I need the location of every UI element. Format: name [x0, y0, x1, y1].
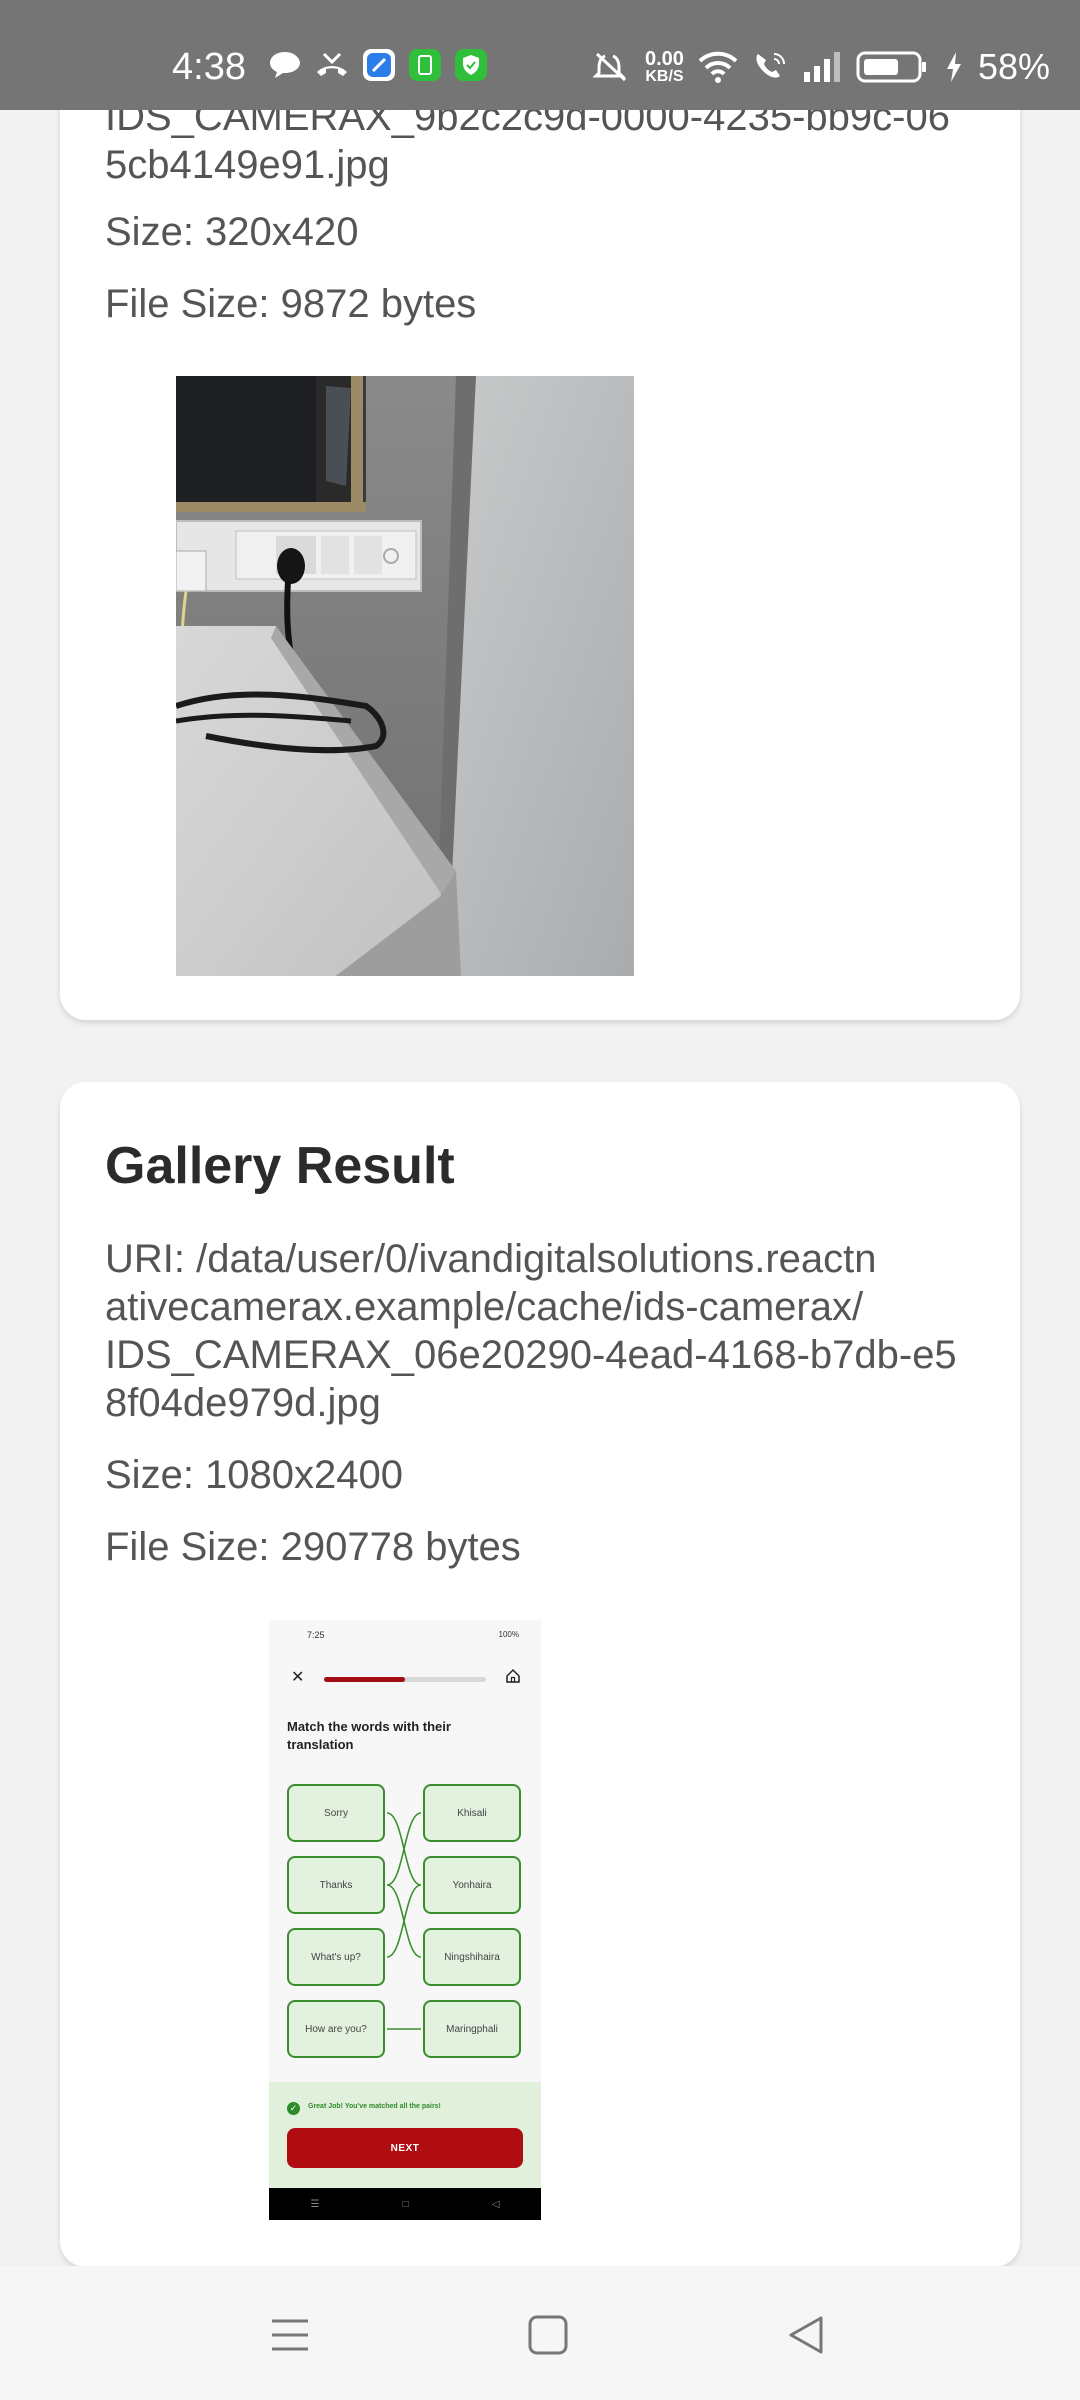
home-button[interactable] — [518, 2310, 578, 2360]
battery-percentage: 58% — [977, 46, 1050, 87]
network-speed: 0.00 KB/S — [645, 49, 684, 85]
gallery-size: Size: 1080x2400 — [105, 1453, 404, 1497]
back-button[interactable] — [776, 2310, 836, 2360]
shield-app-icon — [454, 48, 488, 82]
thumb-home-button-icon: □ — [402, 2198, 409, 2210]
capture-file-size: File Size: 9872 bytes — [105, 282, 477, 326]
status-bar: 4:38 0.00 KB/S 58% — [0, 0, 1080, 110]
network-speed-unit: KB/S — [645, 68, 684, 85]
capture-size: Size: 320x420 — [105, 210, 359, 254]
system-icons: 0.00 KB/S 58% — [591, 44, 1050, 90]
gallery-uri-line3: IDS_CAMERAX_06e20290-4ead-4168-b7db-e5 — [105, 1333, 957, 1377]
thumb-nav-bar: ☰ □ ◁ — [269, 2188, 541, 2220]
gallery-uri-line1: URI: /data/user/0/ivandigitalsolutions.r… — [105, 1237, 877, 1281]
battery-icon — [856, 50, 930, 84]
signal-icon — [802, 50, 842, 84]
gallery-result-card: Gallery Result URI: /data/user/0/ivandig… — [60, 1082, 1020, 2267]
gallery-file-size: File Size: 290778 bytes — [105, 1525, 521, 1569]
wifi-icon — [698, 50, 738, 84]
thumb-word-left-2: Thanks — [287, 1856, 385, 1914]
thumb-word-left-3: What's up? — [287, 1928, 385, 1986]
gallery-result-title: Gallery Result — [105, 1137, 455, 1195]
back-triangle-icon — [789, 2316, 823, 2354]
square-home-icon — [528, 2315, 568, 2355]
menu-icon — [272, 2319, 308, 2351]
gallery-uri-line4: 8f04de979d.jpg — [105, 1381, 381, 1425]
missed-call-icon — [314, 50, 350, 80]
thumb-word-right-4: Maringphali — [423, 2000, 521, 2058]
thumb-menu-icon: ☰ — [310, 2198, 320, 2210]
recent-apps-button[interactable] — [260, 2310, 320, 2360]
chat-icon — [268, 50, 302, 80]
thumb-next-button: NEXT — [287, 2128, 523, 2168]
thumb-word-right-3: Ningshihaira — [423, 1928, 521, 1986]
status-time: 4:38 — [172, 46, 246, 88]
thumb-feedback-panel: ✓ Great Job! You've matched all the pair… — [269, 2082, 541, 2198]
network-speed-value: 0.00 — [645, 48, 684, 70]
thumb-back-icon: ◁ — [491, 2198, 500, 2210]
gallery-image-thumbnail: 7:25 100% ✕ Match the words with their t… — [269, 1620, 541, 2220]
thumb-check-icon: ✓ — [287, 2102, 300, 2115]
thumb-word-right-1: Khisali — [423, 1784, 521, 1842]
captured-photo — [176, 376, 634, 976]
thumb-word-left-4: How are you? — [287, 2000, 385, 2058]
mute-icon — [591, 50, 631, 84]
capture-result-card: IDS_CAMERAX_9b2c2c9d-0000-4235-bb9c-06 5… — [60, 0, 1020, 1020]
gallery-uri-line2: ativecamerax.example/cache/ids-camerax/ — [105, 1285, 864, 1329]
app-blue-icon — [362, 48, 396, 82]
notification-icons — [268, 48, 488, 82]
app-green-icon — [408, 48, 442, 82]
charging-icon — [944, 50, 964, 84]
capture-filename-line2: 5cb4149e91.jpg — [105, 143, 390, 187]
system-navigation-bar — [0, 2266, 1080, 2400]
wifi-call-icon — [752, 50, 788, 84]
thumb-word-left-1: Sorry — [287, 1784, 385, 1842]
thumb-feedback-text: Great Job! You've matched all the pairs! — [308, 2103, 441, 2110]
thumb-word-right-2: Yonhaira — [423, 1856, 521, 1914]
